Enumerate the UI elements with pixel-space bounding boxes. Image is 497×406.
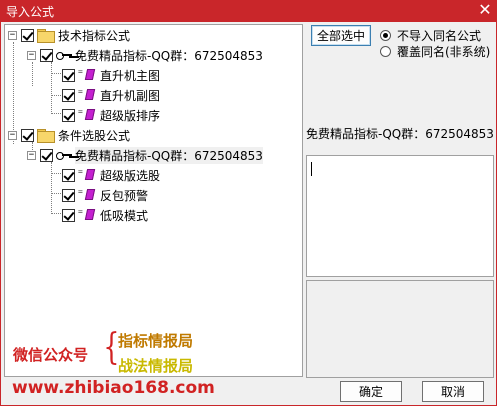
key-icon (56, 150, 72, 160)
watermark-line2: 战法情报局 (118, 357, 194, 375)
item-checkbox[interactable] (62, 188, 75, 202)
radio-dot[interactable] (380, 30, 391, 41)
source-label: 免费精品指标-QQ群：672504853 (75, 48, 263, 63)
group-label: 条件选股公式 (58, 128, 131, 143)
tree-item[interactable]: = 直升机副图 (62, 86, 160, 104)
collapse-toggle[interactable]: − (8, 130, 17, 140)
source-label: 免费精品指标-QQ群：672504853 (75, 146, 263, 164)
key-icon (56, 50, 72, 60)
item-checkbox[interactable] (62, 88, 75, 102)
detail-panel (306, 280, 494, 378)
tree-item[interactable]: = 超级版排序 (62, 106, 160, 124)
item-checkbox[interactable] (62, 208, 75, 222)
tree-item[interactable]: = 超级版选股 (62, 166, 160, 184)
item-checkbox[interactable] (62, 108, 75, 122)
group-label: 技术指标公式 (58, 28, 131, 43)
watermark-line1: 指标情报局 (118, 332, 194, 350)
tree-group-screening[interactable]: − 条件选股公式 (8, 126, 130, 144)
tree-source-technical[interactable]: − 免费精品指标-QQ群：672504853 (27, 46, 263, 64)
text-caret (311, 162, 312, 176)
folder-icon (37, 129, 55, 143)
formula-gem-icon: = (78, 208, 96, 222)
tree-item[interactable]: = 低吸模式 (62, 206, 148, 224)
tree-item[interactable]: = 反包预警 (62, 186, 148, 204)
formula-gem-icon: = (78, 88, 96, 102)
radio-overwrite-same-name[interactable]: 覆盖同名(非系统) (380, 43, 490, 60)
formula-gem-icon: = (78, 68, 96, 82)
item-checkbox[interactable] (62, 168, 75, 182)
formula-gem-icon: = (78, 108, 96, 122)
collapse-toggle[interactable]: − (27, 50, 36, 60)
tree-line (32, 62, 33, 86)
window-title: 导入公式 (6, 5, 55, 19)
source-checkbox[interactable] (40, 48, 53, 62)
cancel-button[interactable]: 取消 (422, 381, 484, 402)
radio-dot[interactable] (380, 46, 391, 57)
tree-line (51, 162, 52, 214)
title-bar: 导入公式 ✕ (0, 0, 497, 22)
tree-line (51, 62, 52, 114)
item-label: 直升机副图 (100, 88, 161, 103)
collapse-toggle[interactable]: − (27, 150, 36, 160)
formula-tree[interactable]: − 技术指标公式 − 免费精品指标-QQ群：672504853 = 直升机主图 … (4, 24, 303, 377)
select-all-button[interactable]: 全部选中 (311, 25, 371, 46)
item-label: 直升机主图 (100, 68, 161, 83)
tree-source-screening[interactable]: − 免费精品指标-QQ群：672504853 (27, 146, 263, 164)
close-icon[interactable]: ✕ (476, 2, 494, 19)
watermark-url: www.zhibiao168.com (12, 378, 215, 398)
watermark-wechat-label: 微信公众号 (13, 346, 89, 364)
formula-gem-icon: = (78, 188, 96, 202)
source-checkbox[interactable] (40, 148, 53, 162)
item-label: 反包预警 (100, 188, 149, 203)
radio-label: 覆盖同名(非系统) (397, 45, 491, 59)
item-checkbox[interactable] (62, 68, 75, 82)
radio-label: 不导入同名公式 (397, 29, 482, 43)
item-label: 超级版选股 (100, 168, 161, 183)
description-textarea[interactable] (306, 155, 494, 277)
item-label: 低吸模式 (100, 208, 149, 223)
collapse-toggle[interactable]: − (8, 30, 17, 40)
group-checkbox[interactable] (21, 28, 34, 42)
folder-icon (37, 29, 55, 43)
radio-skip-same-name[interactable]: 不导入同名公式 (380, 27, 481, 44)
group-checkbox[interactable] (21, 128, 34, 142)
formula-gem-icon: = (78, 168, 96, 182)
tree-item[interactable]: = 直升机主图 (62, 66, 160, 84)
ok-button[interactable]: 确定 (340, 381, 402, 402)
tree-group-technical[interactable]: − 技术指标公式 (8, 26, 130, 44)
item-label: 超级版排序 (100, 108, 161, 123)
selected-source-label: 免费精品指标-QQ群：672504853 (306, 127, 494, 141)
